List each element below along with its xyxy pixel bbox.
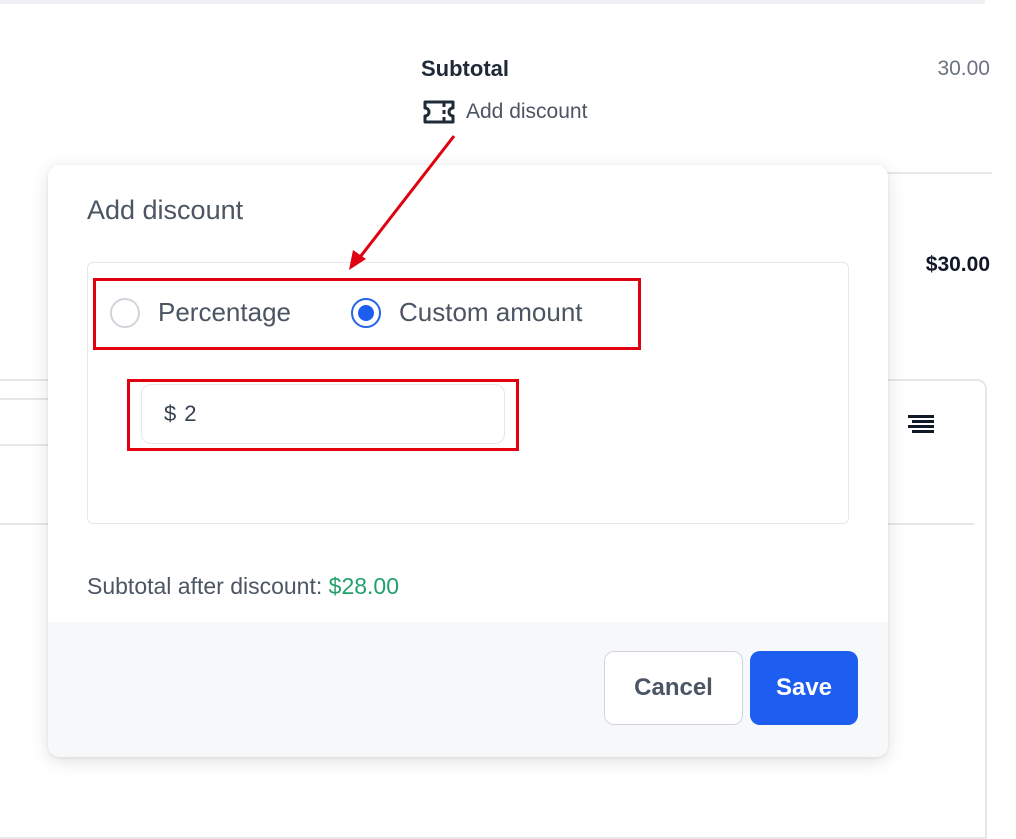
discount-amount-input[interactable]: $ 2 <box>141 384 505 444</box>
discount-type-group: Percentage Custom amount <box>110 297 583 328</box>
subtotal-after-discount: Subtotal after discount: $28.00 <box>87 573 399 600</box>
add-discount-link[interactable]: Add discount <box>422 100 587 124</box>
page-top-divider <box>0 0 985 4</box>
radio-percentage-label: Percentage <box>158 297 291 327</box>
currency-symbol: $ <box>164 401 177 426</box>
subtotal-label: Subtotal <box>421 56 509 81</box>
ticket-icon <box>423 100 455 124</box>
radio-percentage[interactable]: Percentage <box>110 297 291 328</box>
align-icon[interactable] <box>908 414 934 434</box>
subtotal-after-value: $28.00 <box>328 573 400 599</box>
discount-amount-value: 2 <box>184 401 197 426</box>
radio-custom-amount-label: Custom amount <box>398 297 583 327</box>
dialog-title: Add discount <box>87 195 244 225</box>
radio-checked-icon[interactable] <box>350 297 381 328</box>
subtotal-after-label: Subtotal after discount: <box>87 573 323 599</box>
cancel-button[interactable]: Cancel <box>604 651 743 725</box>
dialog-footer: Cancel Save <box>48 622 888 757</box>
radio-unchecked-icon[interactable] <box>110 297 140 328</box>
subtotal-value: 30.00 <box>937 57 990 80</box>
save-button[interactable]: Save <box>750 651 858 725</box>
add-discount-dialog: Add discount Percentage Custom amount $ … <box>48 165 888 757</box>
radio-custom-amount[interactable]: Custom amount <box>350 297 583 328</box>
add-discount-link-label: Add discount <box>466 100 588 123</box>
total-value: $30.00 <box>925 253 990 276</box>
